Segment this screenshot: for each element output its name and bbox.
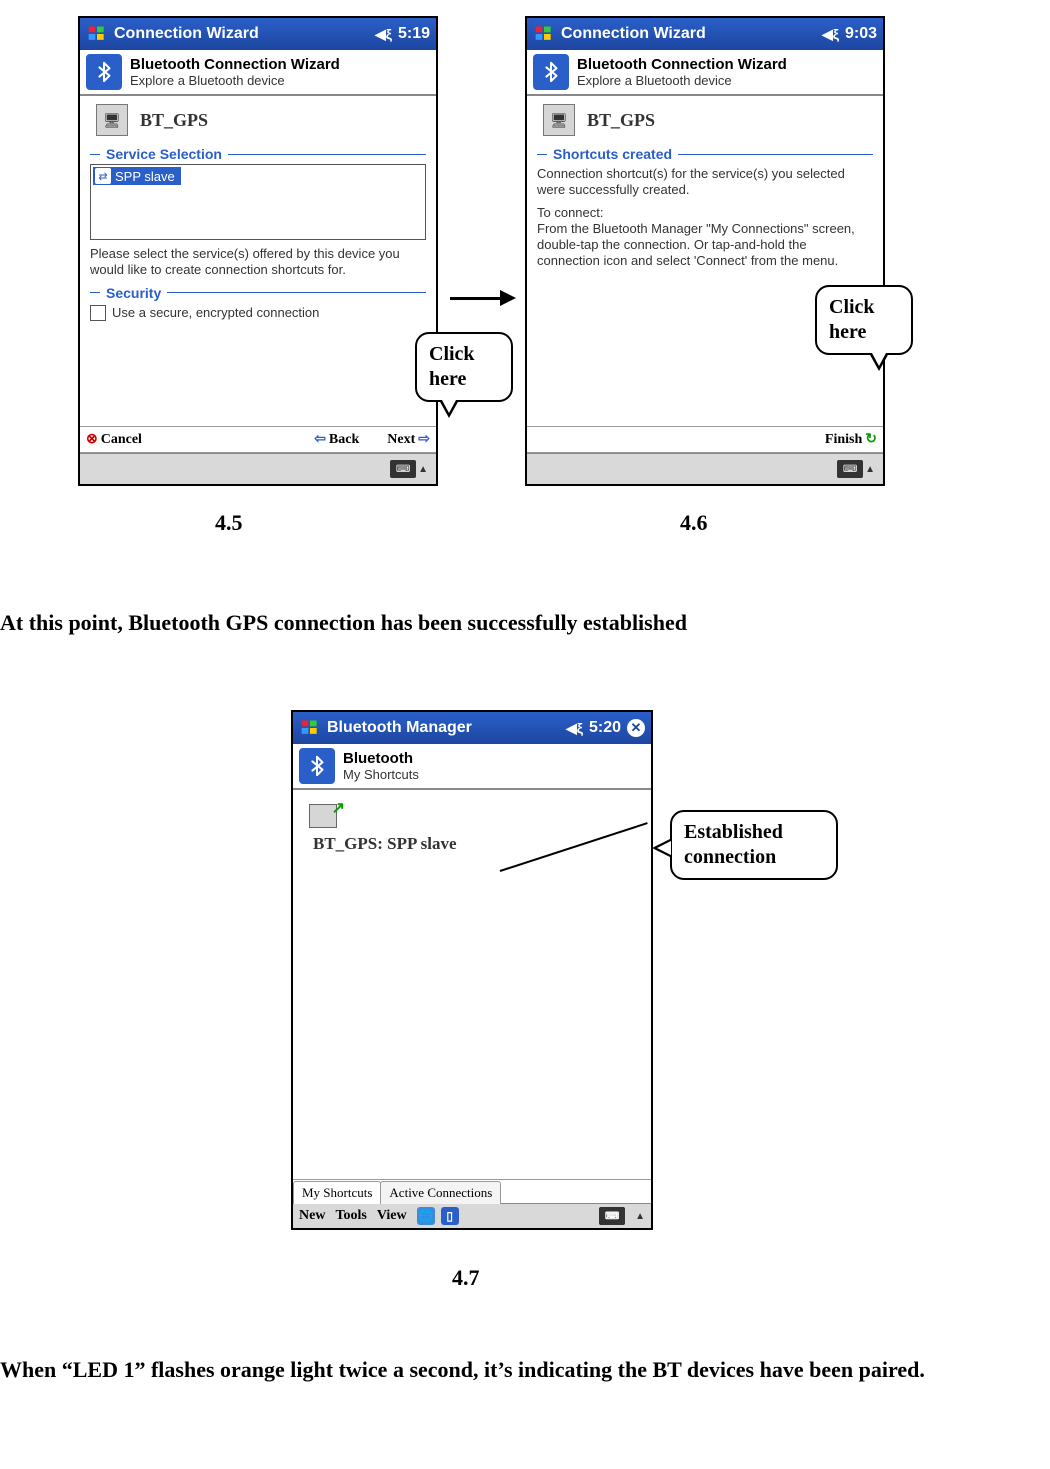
cancel-icon: ⊗ (86, 431, 98, 448)
sip-bar: ⌨ ▲ (527, 453, 883, 484)
titlebar: Connection Wizard ◀ξ 9:03 (527, 18, 883, 50)
manager-header: Bluetooth My Shortcuts (293, 744, 651, 790)
wizard-header: Bluetooth Connection Wizard Explore a Bl… (527, 50, 883, 96)
section-shortcuts-created: Shortcuts created (537, 146, 873, 162)
screenshot-4-6: Connection Wizard ◀ξ 9:03 Bluetooth Conn… (525, 16, 885, 486)
help-text: Please select the service(s) offered by … (90, 246, 426, 279)
caption-4-6: 4.6 (680, 510, 708, 536)
card-icon[interactable]: ▯ (441, 1207, 459, 1225)
wizard-nav: Finish ↻ (527, 426, 883, 453)
menu-new[interactable]: New (299, 1208, 325, 1224)
speaker-icon[interactable]: ◀ξ (566, 720, 583, 737)
bluetooth-icon (299, 748, 335, 784)
bluetooth-icon (86, 54, 122, 90)
keyboard-icon[interactable]: ⌨ (837, 460, 863, 478)
section-security: Security (90, 285, 426, 301)
back-icon: ⇦ (314, 431, 326, 448)
body-text-1: At this point, Bluetooth GPS connection … (0, 608, 1050, 638)
connection-shortcut-icon[interactable]: ↗ (309, 800, 343, 828)
back-button[interactable]: ⇦ Back (314, 431, 359, 448)
screenshot-4-7: Bluetooth Manager ◀ξ 5:20 ✕ Bluetooth My… (291, 710, 653, 1230)
globe-icon[interactable]: 🌐 (417, 1207, 435, 1225)
device-name-label: BT_GPS (583, 110, 659, 131)
device-icon: 🖥 (96, 104, 128, 136)
secure-connection-label: Use a secure, encrypted connection (112, 305, 319, 320)
titlebar: Connection Wizard ◀ξ 5:19 (80, 18, 436, 50)
window-title: Bluetooth Manager (327, 719, 472, 737)
secure-connection-checkbox[interactable] (90, 305, 106, 321)
bluetooth-icon (533, 54, 569, 90)
shortcuts-body-1: Connection shortcut(s) for the service(s… (537, 166, 873, 199)
body-text-2: When “LED 1” flashes orange light twice … (0, 1355, 1050, 1385)
tab-active-connections[interactable]: Active Connections (380, 1181, 501, 1204)
wizard-title: Bluetooth Connection Wizard (130, 56, 340, 73)
section-service-selection: Service Selection (90, 146, 426, 162)
clock: 9:03 (845, 25, 877, 43)
finish-button[interactable]: Finish ↻ (825, 431, 877, 448)
device-name-label: BT_GPS (136, 110, 212, 131)
window-title: Connection Wizard (561, 25, 706, 43)
clock: 5:19 (398, 25, 430, 43)
wizard-nav: ⊗ Cancel ⇦ Back Next ⇨ (80, 426, 436, 453)
clock: 5:20 (589, 719, 621, 737)
shortcuts-body-2: To connect: (537, 205, 873, 221)
callout-click-here-46: Click here (815, 285, 913, 355)
sip-menu-arrow-icon[interactable]: ▲ (635, 1211, 645, 1222)
menu-view[interactable]: View (377, 1208, 407, 1224)
caption-4-5: 4.5 (215, 510, 243, 536)
start-icon[interactable] (86, 23, 108, 45)
start-icon[interactable] (299, 717, 321, 739)
menu-bar: New Tools View 🌐 ▯ ⌨ ▲ (293, 1203, 651, 1228)
service-icon: ⇄ (95, 168, 111, 184)
menu-tools[interactable]: Tools (335, 1208, 366, 1224)
wizard-subtitle: Explore a Bluetooth device (130, 73, 340, 88)
next-icon: ⇨ (418, 431, 430, 448)
sip-menu-arrow-icon[interactable]: ▲ (865, 464, 875, 475)
shortcuts-body-3: From the Bluetooth Manager "My Connectio… (537, 221, 873, 270)
wizard-header: Bluetooth Connection Wizard Explore a Bl… (80, 50, 436, 96)
callout-click-here-45: Click here (415, 332, 513, 402)
wizard-title: Bluetooth Connection Wizard (577, 56, 787, 73)
keyboard-icon[interactable]: ⌨ (390, 460, 416, 478)
callout-established-connection: Established connection (670, 810, 838, 880)
screenshot-4-5: Connection Wizard ◀ξ 5:19 Bluetooth Conn… (78, 16, 438, 486)
titlebar: Bluetooth Manager ◀ξ 5:20 ✕ (293, 712, 651, 744)
start-icon[interactable] (533, 23, 555, 45)
arrow-between-icon (450, 290, 516, 306)
service-item-spp-slave[interactable]: ⇄ SPP slave (93, 167, 181, 185)
tabs: My Shortcuts Active Connections (293, 1179, 651, 1203)
tab-my-shortcuts[interactable]: My Shortcuts (293, 1181, 381, 1204)
close-icon[interactable]: ✕ (627, 719, 645, 737)
service-list[interactable]: ⇄ SPP slave (90, 164, 426, 240)
keyboard-icon[interactable]: ⌨ (599, 1207, 625, 1225)
finish-icon: ↻ (865, 431, 877, 448)
speaker-icon[interactable]: ◀ξ (375, 26, 392, 43)
device-icon: 🖥 (543, 104, 575, 136)
window-title: Connection Wizard (114, 25, 259, 43)
manager-title: Bluetooth (343, 750, 419, 767)
connection-shortcut-label[interactable]: BT_GPS: SPP slave (309, 832, 461, 856)
speaker-icon[interactable]: ◀ξ (822, 26, 839, 43)
wizard-subtitle: Explore a Bluetooth device (577, 73, 787, 88)
sip-bar: ⌨ ▲ (80, 453, 436, 484)
sip-menu-arrow-icon[interactable]: ▲ (418, 464, 428, 475)
next-button[interactable]: Next ⇨ (387, 431, 430, 448)
manager-subtitle: My Shortcuts (343, 767, 419, 782)
caption-4-7: 4.7 (452, 1265, 480, 1291)
cancel-button[interactable]: ⊗ Cancel (86, 431, 142, 448)
